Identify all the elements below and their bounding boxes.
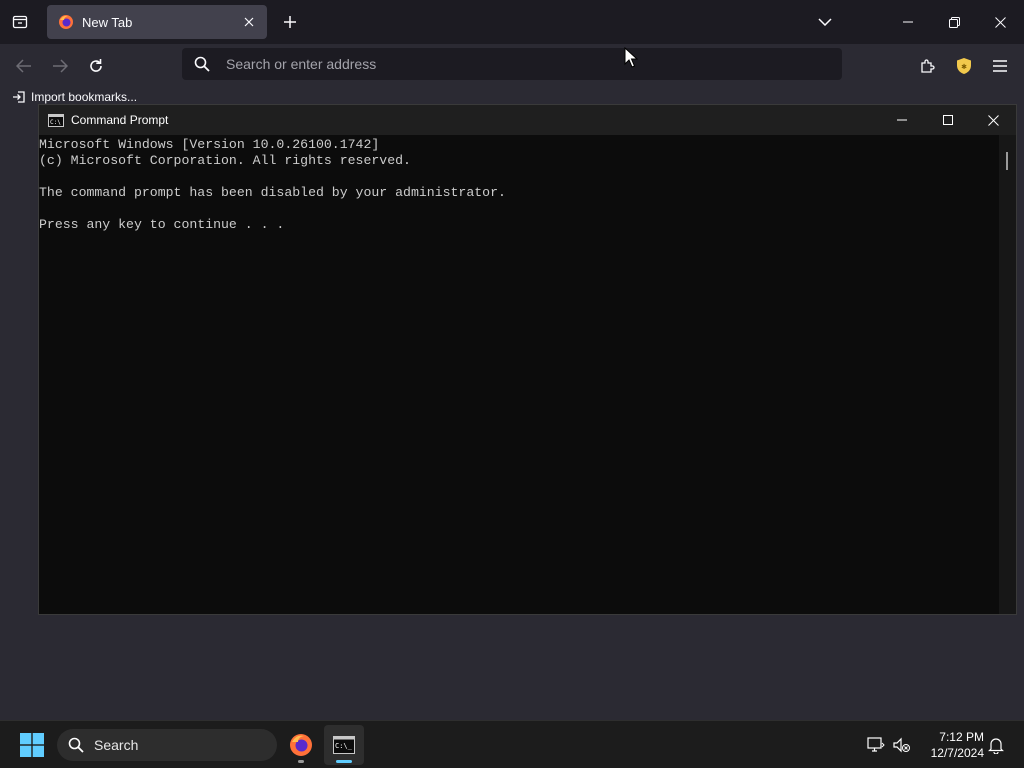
search-icon: [194, 56, 210, 72]
cmd-minimize-icon[interactable]: [879, 105, 925, 135]
cmd-title: Command Prompt: [71, 113, 169, 127]
windows-start-icon[interactable]: [20, 733, 44, 757]
taskbar-clock[interactable]: 7:12 PM 12/7/2024: [918, 729, 984, 761]
windows-taskbar: Search C:\_ 7:12 PM 12/7/2024: [0, 720, 1024, 768]
cmd-app-icon: C:\_: [333, 736, 355, 754]
running-indicator: [298, 760, 304, 763]
firefox-icon: [290, 734, 312, 756]
console-line: Press any key to continue . . .: [39, 217, 285, 232]
firefox-icon: [59, 15, 73, 29]
volume-muted-icon[interactable]: [892, 735, 912, 755]
cmd-scrollbar-thumb[interactable]: [1006, 152, 1008, 170]
shield-icon[interactable]: ✱: [952, 54, 976, 78]
extensions-puzzle-icon[interactable]: [916, 54, 940, 78]
address-bar[interactable]: [182, 48, 842, 80]
svg-text:C:\: C:\: [50, 119, 61, 126]
network-icon[interactable]: [866, 735, 886, 755]
forward-arrow-icon[interactable]: [48, 54, 72, 78]
import-bookmarks-link[interactable]: Import bookmarks...: [12, 90, 137, 104]
mouse-cursor-icon: [624, 47, 638, 68]
browser-close-icon[interactable]: [990, 12, 1010, 32]
clock-time: 7:12 PM: [939, 730, 984, 744]
console-line: Microsoft Windows [Version 10.0.26100.17…: [39, 137, 380, 152]
console-line: (c) Microsoft Corporation. All rights re…: [39, 153, 411, 168]
tab-close-icon[interactable]: [239, 12, 259, 32]
console-line: The command prompt has been disabled by …: [39, 185, 506, 200]
taskbar-search-label: Search: [94, 737, 139, 753]
browser-minimize-icon[interactable]: [898, 12, 918, 32]
notification-bell-icon[interactable]: [986, 735, 1006, 755]
cmd-console-output[interactable]: Microsoft Windows [Version 10.0.26100.17…: [39, 135, 999, 614]
cmd-maximize-icon[interactable]: [925, 105, 971, 135]
taskbar-search-box[interactable]: Search: [57, 729, 277, 761]
cmd-scrollbar[interactable]: [999, 135, 1016, 614]
menu-hamburger-icon[interactable]: [988, 54, 1012, 78]
cmd-title-bar[interactable]: C:\ Command Prompt: [39, 105, 1016, 135]
browser-tab-bar: New Tab: [0, 0, 1024, 44]
svg-text:✱: ✱: [961, 63, 967, 71]
browser-nav-bar: ✱: [0, 44, 1024, 86]
browser-tab-new-tab[interactable]: New Tab: [47, 5, 267, 39]
tab-list-icon[interactable]: [8, 10, 32, 34]
reload-icon[interactable]: [84, 54, 108, 78]
import-icon: [13, 91, 25, 103]
new-tab-plus-icon[interactable]: [279, 11, 301, 33]
back-arrow-icon[interactable]: [12, 54, 36, 78]
cmd-close-icon[interactable]: [970, 105, 1016, 135]
svg-text:C:\_: C:\_: [335, 742, 353, 750]
search-icon: [68, 737, 84, 753]
browser-restore-icon[interactable]: [944, 12, 964, 32]
taskbar-cmd-button[interactable]: C:\_: [324, 725, 364, 765]
command-prompt-window[interactable]: C:\ Command Prompt Microsoft Windows [Ve…: [38, 104, 1017, 615]
import-bookmarks-label: Import bookmarks...: [31, 90, 138, 104]
active-indicator: [336, 760, 352, 763]
address-input[interactable]: [226, 48, 826, 80]
list-all-tabs-chevron-icon[interactable]: [815, 12, 835, 32]
tab-title: New Tab: [82, 14, 133, 30]
cmd-app-icon: C:\: [48, 113, 64, 127]
clock-date: 12/7/2024: [930, 746, 984, 760]
taskbar-firefox-button[interactable]: [281, 725, 321, 765]
